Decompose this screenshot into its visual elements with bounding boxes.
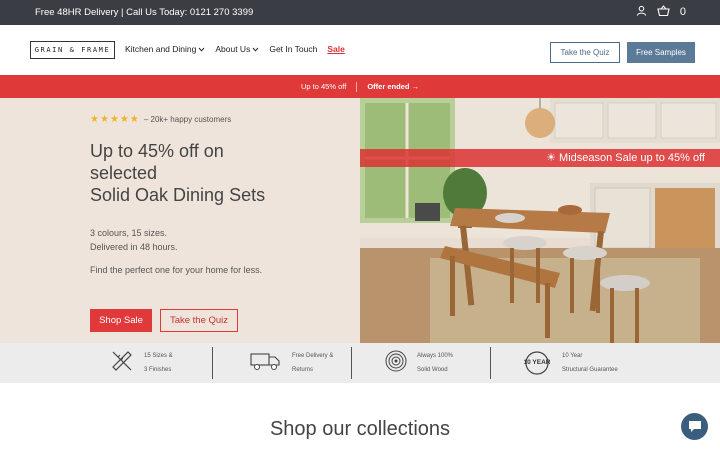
hero-title-line: Solid Oak Dining Sets <box>90 185 266 205</box>
feature-text: Free Delivery & Returns <box>292 349 333 377</box>
chat-icon <box>688 421 701 432</box>
menu: Kitchen and Dining About Us Get In Touch… <box>125 44 345 54</box>
chevron-down-icon <box>198 47 205 52</box>
star-icon: ★ <box>119 114 129 125</box>
promo-banner: Up to 45% off Offer ended → <box>0 75 720 98</box>
feature-text: 15 Sizes & 3 Finishes <box>144 349 173 377</box>
hero-title-line: selected <box>90 163 158 183</box>
rating: ★ ★ ★ ★ ★ – 20k+ happy customers <box>90 114 231 125</box>
feature-divider <box>351 347 352 379</box>
feature-text: Always 100% Solid Wood <box>417 349 453 377</box>
hero-image <box>360 98 720 343</box>
take-quiz-button-nav[interactable]: Take the Quiz <box>550 42 620 63</box>
shop-sale-button[interactable]: Shop Sale <box>90 309 152 332</box>
menu-get-in-touch[interactable]: Get In Touch <box>269 44 317 54</box>
promo-offer: Up to 45% off <box>301 82 347 91</box>
feature-delivery: Free Delivery & Returns <box>250 348 333 378</box>
account-icon[interactable] <box>636 5 647 19</box>
menu-sale[interactable]: Sale <box>327 44 345 54</box>
top-bar: Free 48HR Delivery | Call Us Today: 0121… <box>0 0 720 25</box>
feature-guarantee: 10 YEAR 10 Year Structural Guarantee <box>522 348 618 378</box>
ruler-pencil-icon <box>110 349 134 378</box>
badge-text: 10 YEAR <box>523 359 551 366</box>
basket-icon[interactable] <box>657 5 670 19</box>
feature-sizes: 15 Sizes & 3 Finishes <box>110 348 173 378</box>
ten-year-badge-icon: 10 YEAR <box>522 351 552 375</box>
wood-rings-icon <box>385 350 407 377</box>
hero-subtitle: 3 colours, 15 sizes. Delivered in 48 hou… <box>90 226 178 254</box>
star-icon: ★ <box>109 114 119 125</box>
cart-count: 0 <box>679 6 686 18</box>
star-icon: ★ <box>129 114 139 125</box>
take-quiz-button[interactable]: Take the Quiz <box>160 309 238 332</box>
chat-button[interactable] <box>681 413 708 440</box>
feature-line: Solid Wood <box>417 367 448 373</box>
features-strip: 15 Sizes & 3 Finishes Free Delivery & Retu… <box>0 343 720 383</box>
truck-icon <box>250 351 282 376</box>
menu-label: About Us <box>215 44 251 54</box>
hero-description: Find the perfect one for your home for l… <box>90 265 263 275</box>
feature-divider <box>212 347 213 379</box>
promo-divider <box>356 81 358 92</box>
reviews-text: – 20k+ happy customers <box>143 115 232 124</box>
feature-line: Free Delivery & <box>292 353 334 359</box>
menu-label: Kitchen and Dining <box>125 44 197 54</box>
chevron-down-icon <box>252 47 259 52</box>
menu-about-us[interactable]: About Us <box>215 44 259 54</box>
hero-title: Up to 45% off on selected Solid Oak Dini… <box>90 140 330 206</box>
star-icon: ★ <box>99 114 109 125</box>
logo[interactable]: GRAIN & FRAME <box>30 41 115 59</box>
feature-line: 15 Sizes & <box>144 353 173 359</box>
feature-divider <box>490 347 491 379</box>
promo-ended-link[interactable]: Offer ended → <box>367 82 419 91</box>
topbar-message: Free 48HR Delivery | Call Us Today: 0121… <box>35 7 254 18</box>
feature-line: 10 Year <box>562 353 583 359</box>
feature-line: 3 Finishes <box>144 367 172 373</box>
collections-title: Shop our collections <box>269 418 451 440</box>
menu-kitchen-dining[interactable]: Kitchen and Dining <box>125 44 205 54</box>
feature-text: 10 Year Structural Guarantee <box>562 349 618 377</box>
feature-line: Always 100% <box>417 353 454 359</box>
main-nav: GRAIN & FRAME Kitchen and Dining About U… <box>0 25 720 75</box>
feature-line: Structural Guarantee <box>562 367 618 373</box>
hero-panel: ★ ★ ★ ★ ★ – 20k+ happy customers Up to 4… <box>0 98 360 343</box>
star-icon: ★ <box>90 114 99 125</box>
free-samples-button[interactable]: Free Samples <box>627 42 695 63</box>
hero-sub-line: 3 colours, 15 sizes. <box>90 228 168 238</box>
hero-sub-line: Delivered in 48 hours. <box>90 242 178 252</box>
feature-solid-wood: Always 100% Solid Wood <box>385 348 453 378</box>
feature-line: Returns <box>292 367 314 373</box>
topbar-icons: 0 <box>636 5 686 19</box>
hero-title-line: Up to 45% off on <box>90 141 224 161</box>
midseason-sale-banner: ☀ Midseason Sale up to 45% off <box>360 149 720 167</box>
